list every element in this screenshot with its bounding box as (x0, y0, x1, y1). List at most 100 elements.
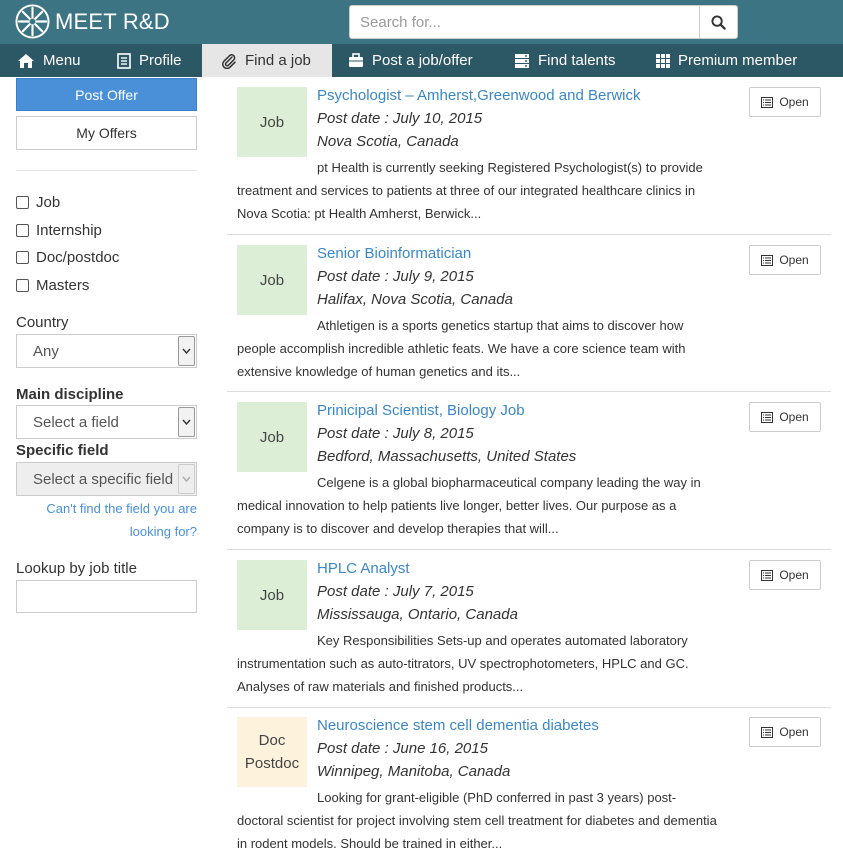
chevron-down-icon[interactable] (178, 336, 195, 366)
job-description: Athletigen is a sports genetics startup … (237, 318, 686, 379)
chevron-down-icon[interactable] (178, 407, 195, 437)
badge-line1: Job (259, 113, 285, 131)
list-icon (761, 254, 774, 266)
checkbox-label: Doc/postdoc (36, 248, 120, 266)
main-nav: Menu Profile Find a job Post a job/offer (0, 44, 843, 77)
list-icon (761, 726, 774, 738)
job-description: Key Responsibilities Sets-up and operate… (237, 633, 689, 694)
server-icon (515, 53, 529, 68)
type-badge: Doc Postdoc (237, 717, 307, 787)
grid-icon (656, 53, 670, 68)
job-listing: Doc Postdoc Neuroscience stem cell demen… (227, 708, 831, 857)
job-title-link[interactable]: Senior Bioinformatician (317, 245, 471, 262)
checkbox-label: Masters (36, 276, 90, 294)
type-checkbox-docpostdoc[interactable]: Doc/postdoc (16, 247, 119, 267)
job-listing: Job HPLC Analyst Post date : July 7, 201… (227, 551, 831, 708)
open-button-label: Open (779, 725, 809, 739)
job-title-link[interactable]: Psychologist – Amherst,Greenwood and Ber… (317, 87, 641, 104)
sunburst-logo-icon[interactable] (15, 4, 50, 39)
cant-find-field-link[interactable]: Can't find the field you are looking for… (16, 497, 197, 543)
checkbox[interactable] (16, 195, 29, 209)
post-date: Post date : July 8, 2015 (317, 425, 474, 442)
badge-line1: Doc (258, 732, 286, 749)
nav-find-job[interactable]: Find a job (202, 44, 332, 77)
sidebar-divider (16, 170, 197, 171)
job-title-link[interactable]: Prinicipal Scientist, Biology Job (317, 402, 525, 419)
checkbox[interactable] (16, 278, 29, 292)
my-offers-button[interactable]: My Offers (16, 116, 197, 150)
open-button-label: Open (779, 253, 809, 267)
type-badge: Job (237, 402, 307, 472)
discipline-select-value: Select a field (33, 413, 119, 431)
open-button[interactable]: Open (749, 87, 821, 117)
post-date: Post date : July 10, 2015 (317, 110, 483, 127)
nav-menu-label: Menu (43, 52, 81, 69)
type-badge: Job (237, 87, 307, 157)
paperclip-icon (222, 53, 236, 69)
job-title-link[interactable]: HPLC Analyst (317, 560, 410, 577)
checkbox-label: Job (36, 193, 61, 211)
nav-profile-label: Profile (139, 52, 182, 69)
search-icon (711, 14, 726, 30)
post-date: Post date : June 16, 2015 (317, 740, 488, 757)
type-checkbox-job[interactable]: Job (16, 192, 60, 212)
type-checkbox-internship[interactable]: Internship (16, 220, 102, 240)
open-button-label: Open (779, 95, 809, 109)
open-button-label: Open (779, 568, 809, 582)
open-button[interactable]: Open (749, 717, 821, 747)
job-listing: Job Prinicipal Scientist, Biology Job Po… (227, 393, 831, 550)
discipline-select[interactable]: Select a field (16, 405, 197, 439)
job-location: Mississauga, Ontario, Canada (317, 606, 518, 623)
open-button[interactable]: Open (749, 402, 821, 432)
lookup-job-title-input[interactable] (16, 580, 197, 613)
post-date: Post date : July 7, 2015 (317, 583, 474, 600)
job-listing: Job Senior Bioinformatician Post date : … (227, 236, 831, 392)
country-label: Country (16, 314, 69, 331)
open-button[interactable]: Open (749, 560, 821, 590)
nav-find-job-label: Find a job (245, 52, 311, 69)
search-button[interactable] (699, 5, 738, 39)
nav-premium[interactable]: Premium member (639, 44, 819, 77)
checkbox[interactable] (16, 250, 29, 264)
nav-menu[interactable]: Menu (0, 44, 100, 77)
open-button-label: Open (779, 410, 809, 424)
cant-find-line1: Can't find the field you are (46, 501, 197, 516)
discipline-label: Main discipline (16, 386, 124, 403)
top-header: MEET R&D (0, 0, 843, 44)
nav-post-job[interactable]: Post a job/offer (332, 44, 497, 77)
checkbox[interactable] (16, 223, 29, 237)
badge-line1: Job (259, 586, 285, 604)
chevron-down-icon[interactable] (178, 464, 195, 494)
job-location: Bedford, Massachusetts, United States (317, 448, 577, 465)
search-input[interactable] (349, 5, 700, 39)
job-location: Winnipeg, Manitoba, Canada (317, 763, 511, 780)
nav-post-job-label: Post a job/offer (372, 52, 473, 69)
specific-field-select-value: Select a specific field (33, 470, 174, 488)
type-checkbox-masters[interactable]: Masters (16, 275, 89, 295)
briefcase-icon (349, 53, 363, 67)
specific-field-label: Specific field (16, 442, 109, 459)
job-location: Nova Scotia, Canada (317, 133, 459, 150)
badge-line1: Job (259, 271, 285, 289)
job-location: Halifax, Nova Scotia, Canada (317, 291, 513, 308)
list-icon (761, 96, 774, 108)
type-badge: Job (237, 245, 307, 315)
job-title-link[interactable]: Neuroscience stem cell dementia diabetes (317, 717, 599, 734)
badge-line1: Job (259, 428, 285, 446)
country-select[interactable]: Any (16, 334, 197, 368)
list-icon (761, 411, 774, 423)
job-listing: Job Psychologist – Amherst,Greenwood and… (227, 78, 831, 235)
nav-find-talents[interactable]: Find talents (497, 44, 639, 77)
job-description: pt Health is currently seeking Registere… (237, 160, 703, 221)
job-description: Looking for grant-eligible (PhD conferre… (237, 790, 717, 851)
document-icon (117, 52, 131, 69)
specific-field-select[interactable]: Select a specific field (16, 462, 197, 496)
type-badge: Job (237, 560, 307, 630)
cant-find-line2: looking for? (129, 524, 197, 539)
nav-find-talents-label: Find talents (538, 52, 616, 69)
logo-text[interactable]: MEET R&D (55, 9, 170, 35)
nav-profile[interactable]: Profile (100, 44, 202, 77)
post-offer-button[interactable]: Post Offer (16, 78, 197, 111)
open-button[interactable]: Open (749, 245, 821, 275)
nav-premium-label: Premium member (678, 52, 798, 69)
